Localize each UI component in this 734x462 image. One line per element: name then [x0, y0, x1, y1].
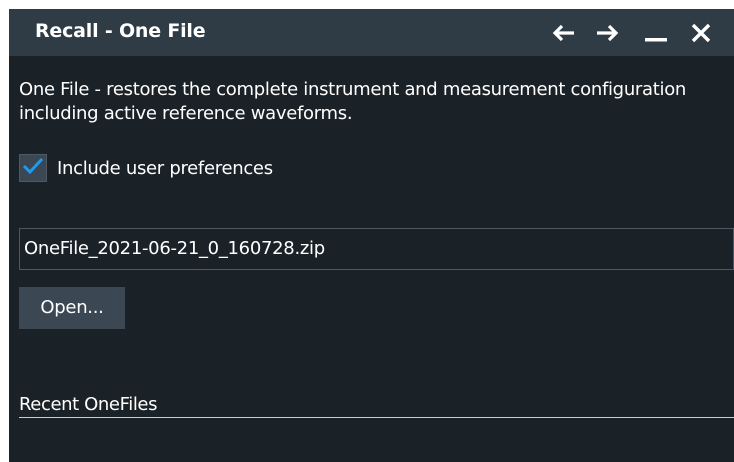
checkmark-icon: [22, 156, 44, 180]
include-user-preferences-checkbox[interactable]: Include user preferences: [19, 153, 273, 183]
back-button[interactable]: [547, 19, 579, 47]
minimize-button[interactable]: [640, 19, 672, 47]
close-button[interactable]: [685, 19, 717, 47]
recent-onefiles-heading: Recent OneFiles: [19, 394, 158, 415]
description-text: One File - restores the complete instrum…: [19, 79, 687, 124]
minimize-icon: [644, 23, 668, 43]
include-user-preferences-label: Include user preferences: [57, 157, 273, 179]
title-bar[interactable]: Recall - One File: [9, 9, 734, 56]
close-icon: [690, 22, 712, 44]
checkbox-box[interactable]: [19, 154, 47, 182]
forward-button[interactable]: [592, 19, 624, 47]
forward-arrow-icon: [595, 23, 621, 43]
recent-onefiles-divider: [19, 417, 734, 418]
recall-one-file-dialog: Recall - One File One File - restores th…: [9, 9, 734, 462]
open-button[interactable]: Open...: [19, 287, 125, 329]
dialog-title: Recall - One File: [35, 20, 206, 42]
onefile-path-field[interactable]: OneFile_2021-06-21_0_160728.zip: [19, 228, 734, 270]
back-arrow-icon: [550, 23, 576, 43]
